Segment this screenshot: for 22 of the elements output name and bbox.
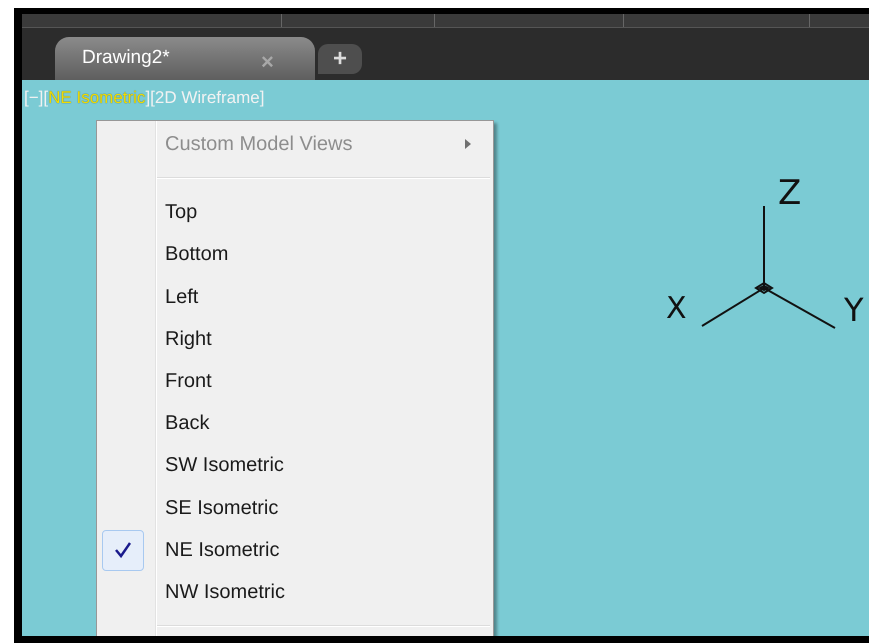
bracket-text: [ <box>43 88 48 108</box>
bracket-text: ] <box>260 88 264 108</box>
menu-item[interactable]: SE Isometric <box>97 486 493 529</box>
menu-item[interactable]: Back <box>97 402 493 444</box>
axis-label: X <box>666 291 687 326</box>
bracket-text: [ <box>150 88 155 108</box>
menu-item[interactable]: NW Isometric <box>97 570 493 614</box>
submenu-arrow-icon <box>465 139 471 149</box>
menu-item[interactable]: Left <box>97 276 493 318</box>
bracket-text: ] <box>38 88 44 108</box>
menu-item[interactable]: Front <box>97 360 493 402</box>
axis-label: Z <box>778 176 802 213</box>
menu-item[interactable]: Bottom <box>97 233 493 276</box>
menu-item[interactable]: Right <box>97 318 493 360</box>
document-tab[interactable]: Drawing2* × <box>55 37 315 80</box>
axis-label: Y <box>844 291 864 329</box>
bracket-text: ] <box>145 88 150 108</box>
new-tab-button[interactable]: + <box>318 44 362 74</box>
menu-item[interactable]: NE Isometric <box>97 528 493 571</box>
bracket-text: [ <box>24 88 29 108</box>
menu-item[interactable]: SW Isometric <box>97 444 493 486</box>
menu-item[interactable]: Top <box>97 191 493 234</box>
